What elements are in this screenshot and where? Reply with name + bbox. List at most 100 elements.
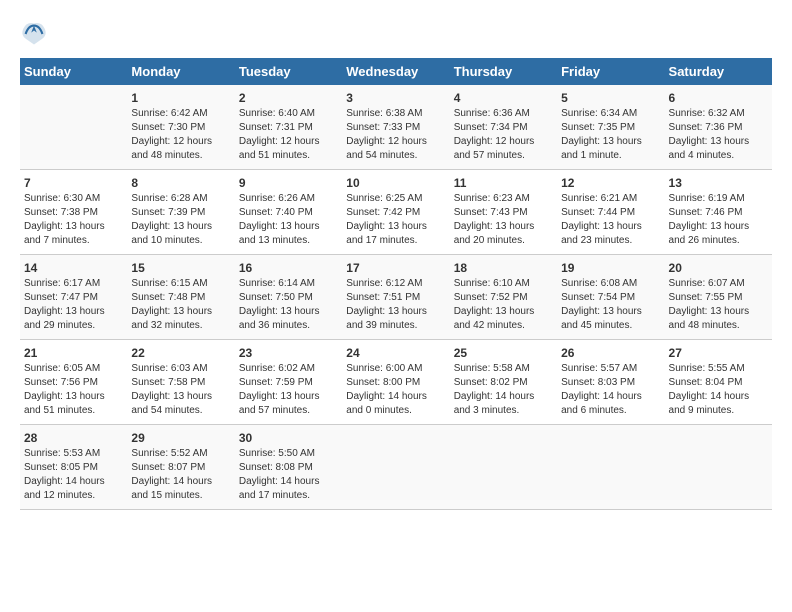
week-row-3: 14 Sunrise: 6:17 AM Sunset: 7:47 PM Dayli… [20, 255, 772, 340]
day-info: Sunrise: 6:07 AM Sunset: 7:55 PM Dayligh… [669, 277, 768, 333]
calendar-cell: 21 Sunrise: 6:05 AM Sunset: 7:56 PM Dayli… [20, 340, 127, 425]
calendar-cell: 8 Sunrise: 6:28 AM Sunset: 7:39 PM Daylig… [127, 170, 234, 255]
day-number: 3 [346, 91, 445, 105]
calendar-table: SundayMondayTuesdayWednesdayThursdayFrid… [20, 58, 772, 510]
calendar-cell: 10Sunrise: 6:25 AM Sunset: 7:42 PM Dayli… [342, 170, 449, 255]
calendar-cell: 6 Sunrise: 6:32 AM Sunset: 7:36 PM Daylig… [665, 85, 772, 170]
calendar-cell: 25 Sunrise: 5:58 AM Sunset: 8:02 PM Dayli… [450, 340, 557, 425]
day-number: 2 [239, 91, 338, 105]
calendar-cell: 28 Sunrise: 5:53 AM Sunset: 8:05 PM Dayli… [20, 425, 127, 510]
calendar-cell: 26 Sunrise: 5:57 AM Sunset: 8:03 PM Dayli… [557, 340, 664, 425]
day-info: Sunrise: 5:50 AM Sunset: 8:08 PM Dayligh… [239, 447, 338, 503]
day-number: 13 [669, 176, 768, 190]
calendar-cell: 14 Sunrise: 6:17 AM Sunset: 7:47 PM Dayli… [20, 255, 127, 340]
day-info: Sunrise: 5:53 AM Sunset: 8:05 PM Dayligh… [24, 447, 123, 503]
header-day-thursday: Thursday [450, 58, 557, 85]
calendar-cell: 9 Sunrise: 6:26 AM Sunset: 7:40 PM Daylig… [235, 170, 342, 255]
day-info: Sunrise: 6:30 AM Sunset: 7:38 PM Dayligh… [24, 192, 123, 248]
day-number: 4 [454, 91, 553, 105]
logo-icon [20, 20, 48, 48]
day-number: 21 [24, 346, 123, 360]
calendar-cell: 29 Sunrise: 5:52 AM Sunset: 8:07 PM Dayli… [127, 425, 234, 510]
logo [20, 20, 52, 48]
day-info: Sunrise: 6:42 AM Sunset: 7:30 PM Dayligh… [131, 107, 230, 163]
day-number: 16 [239, 261, 338, 275]
header-day-saturday: Saturday [665, 58, 772, 85]
day-number: 27 [669, 346, 768, 360]
calendar-cell [450, 425, 557, 510]
day-info: Sunrise: 6:14 AM Sunset: 7:50 PM Dayligh… [239, 277, 338, 333]
header-day-friday: Friday [557, 58, 664, 85]
day-number: 22 [131, 346, 230, 360]
calendar-cell: 19Sunrise: 6:08 AM Sunset: 7:54 PM Dayli… [557, 255, 664, 340]
calendar-cell [557, 425, 664, 510]
calendar-cell [665, 425, 772, 510]
calendar-cell: 23 Sunrise: 6:02 AM Sunset: 7:59 PM Dayli… [235, 340, 342, 425]
calendar-cell: 5Sunrise: 6:34 AM Sunset: 7:35 PM Daylig… [557, 85, 664, 170]
day-info: Sunrise: 6:17 AM Sunset: 7:47 PM Dayligh… [24, 277, 123, 333]
day-info: Sunrise: 6:19 AM Sunset: 7:46 PM Dayligh… [669, 192, 768, 248]
calendar-cell: 17Sunrise: 6:12 AM Sunset: 7:51 PM Dayli… [342, 255, 449, 340]
day-info: Sunrise: 6:28 AM Sunset: 7:39 PM Dayligh… [131, 192, 230, 248]
day-info: Sunrise: 6:38 AM Sunset: 7:33 PM Dayligh… [346, 107, 445, 163]
day-number: 17 [346, 261, 445, 275]
day-info: Sunrise: 6:32 AM Sunset: 7:36 PM Dayligh… [669, 107, 768, 163]
day-info: Sunrise: 6:00 AM Sunset: 8:00 PM Dayligh… [346, 362, 445, 418]
week-row-2: 7Sunrise: 6:30 AM Sunset: 7:38 PM Daylig… [20, 170, 772, 255]
day-number: 23 [239, 346, 338, 360]
day-number: 30 [239, 431, 338, 445]
page-header [20, 20, 772, 48]
day-info: Sunrise: 6:36 AM Sunset: 7:34 PM Dayligh… [454, 107, 553, 163]
calendar-cell: 7Sunrise: 6:30 AM Sunset: 7:38 PM Daylig… [20, 170, 127, 255]
day-number: 26 [561, 346, 660, 360]
day-info: Sunrise: 6:08 AM Sunset: 7:54 PM Dayligh… [561, 277, 660, 333]
calendar-body: 1Sunrise: 6:42 AM Sunset: 7:30 PM Daylig… [20, 85, 772, 510]
day-number: 28 [24, 431, 123, 445]
day-number: 25 [454, 346, 553, 360]
day-info: Sunrise: 6:26 AM Sunset: 7:40 PM Dayligh… [239, 192, 338, 248]
day-number: 10 [346, 176, 445, 190]
calendar-cell: 15 Sunrise: 6:15 AM Sunset: 7:48 PM Dayli… [127, 255, 234, 340]
calendar-cell: 30 Sunrise: 5:50 AM Sunset: 8:08 PM Dayli… [235, 425, 342, 510]
day-info: Sunrise: 6:02 AM Sunset: 7:59 PM Dayligh… [239, 362, 338, 418]
header-day-wednesday: Wednesday [342, 58, 449, 85]
day-number: 15 [131, 261, 230, 275]
day-number: 5 [561, 91, 660, 105]
calendar-cell: 13 Sunrise: 6:19 AM Sunset: 7:46 PM Dayli… [665, 170, 772, 255]
day-info: Sunrise: 6:23 AM Sunset: 7:43 PM Dayligh… [454, 192, 553, 248]
header-day-monday: Monday [127, 58, 234, 85]
day-info: Sunrise: 5:52 AM Sunset: 8:07 PM Dayligh… [131, 447, 230, 503]
calendar-cell: 1Sunrise: 6:42 AM Sunset: 7:30 PM Daylig… [127, 85, 234, 170]
day-number: 20 [669, 261, 768, 275]
day-number: 29 [131, 431, 230, 445]
day-number: 18 [454, 261, 553, 275]
header-day-sunday: Sunday [20, 58, 127, 85]
day-number: 12 [561, 176, 660, 190]
day-number: 8 [131, 176, 230, 190]
day-info: Sunrise: 6:15 AM Sunset: 7:48 PM Dayligh… [131, 277, 230, 333]
header-row: SundayMondayTuesdayWednesdayThursdayFrid… [20, 58, 772, 85]
calendar-cell: 11 Sunrise: 6:23 AM Sunset: 7:43 PM Dayli… [450, 170, 557, 255]
day-info: Sunrise: 6:05 AM Sunset: 7:56 PM Dayligh… [24, 362, 123, 418]
calendar-header: SundayMondayTuesdayWednesdayThursdayFrid… [20, 58, 772, 85]
calendar-cell: 12 Sunrise: 6:21 AM Sunset: 7:44 PM Dayli… [557, 170, 664, 255]
day-number: 24 [346, 346, 445, 360]
day-info: Sunrise: 6:21 AM Sunset: 7:44 PM Dayligh… [561, 192, 660, 248]
day-number: 11 [454, 176, 553, 190]
day-number: 14 [24, 261, 123, 275]
day-info: Sunrise: 6:40 AM Sunset: 7:31 PM Dayligh… [239, 107, 338, 163]
week-row-5: 28 Sunrise: 5:53 AM Sunset: 8:05 PM Dayli… [20, 425, 772, 510]
calendar-cell: 18 Sunrise: 6:10 AM Sunset: 7:52 PM Dayli… [450, 255, 557, 340]
header-day-tuesday: Tuesday [235, 58, 342, 85]
day-info: Sunrise: 5:55 AM Sunset: 8:04 PM Dayligh… [669, 362, 768, 418]
day-number: 6 [669, 91, 768, 105]
week-row-1: 1Sunrise: 6:42 AM Sunset: 7:30 PM Daylig… [20, 85, 772, 170]
calendar-cell [20, 85, 127, 170]
calendar-cell: 24 Sunrise: 6:00 AM Sunset: 8:00 PM Dayli… [342, 340, 449, 425]
day-info: Sunrise: 5:57 AM Sunset: 8:03 PM Dayligh… [561, 362, 660, 418]
day-number: 9 [239, 176, 338, 190]
calendar-cell: 2 Sunrise: 6:40 AM Sunset: 7:31 PM Daylig… [235, 85, 342, 170]
day-info: Sunrise: 6:10 AM Sunset: 7:52 PM Dayligh… [454, 277, 553, 333]
calendar-cell: 20 Sunrise: 6:07 AM Sunset: 7:55 PM Dayli… [665, 255, 772, 340]
day-info: Sunrise: 5:58 AM Sunset: 8:02 PM Dayligh… [454, 362, 553, 418]
